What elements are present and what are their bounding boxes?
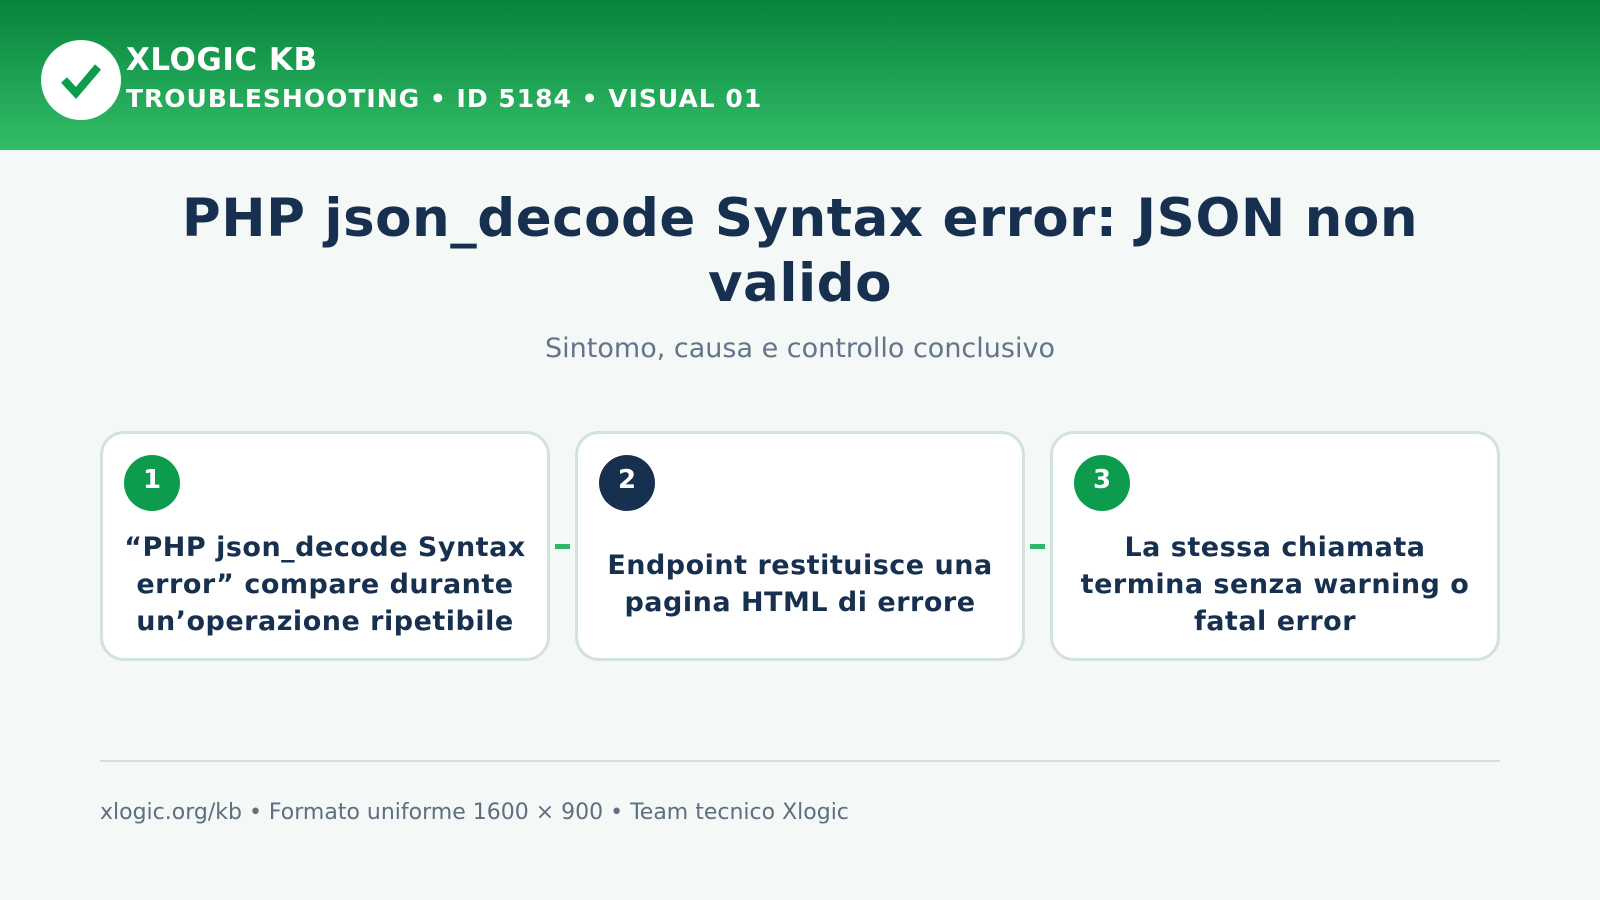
- brand-subline: TROUBLESHOOTING • ID 5184 • VISUAL 01: [126, 84, 763, 113]
- step-text-2: Endpoint restituisce una pagina HTML di …: [607, 550, 993, 618]
- step-card-3: 3 La stessa chiamata termina senza warni…: [1050, 431, 1500, 661]
- step-badge-3: 3: [1074, 455, 1130, 511]
- footer-divider: [100, 760, 1500, 762]
- page-title: PHP json_decode Syntax error: JSON non v…: [181, 188, 1419, 314]
- step-badge-2: 2: [599, 455, 655, 511]
- check-icon: [61, 64, 102, 100]
- page-subtitle: Sintomo, causa e controllo conclusivo: [545, 333, 1055, 364]
- brand-name: XLOGIC KB: [126, 42, 318, 78]
- step-text-1: “PHP json_decode Syntax error” compare d…: [124, 531, 526, 637]
- header-banner: XLOGIC KB TROUBLESHOOTING • ID 5184 • VI…: [0, 0, 1600, 150]
- step-connector-1: [555, 544, 570, 549]
- footer-text: xlogic.org/kb • Formato uniforme 1600 × …: [100, 800, 849, 825]
- step-text-3: La stessa chiamata termina senza warning…: [1080, 531, 1470, 637]
- logo: [41, 40, 121, 120]
- step-card-1: 1 “PHP json_decode Syntax error” compare…: [100, 431, 550, 661]
- step-badge-1: 1: [124, 455, 180, 511]
- step-connector-2: [1030, 544, 1045, 549]
- step-card-2: 2 Endpoint restituisce una pagina HTML d…: [575, 431, 1025, 661]
